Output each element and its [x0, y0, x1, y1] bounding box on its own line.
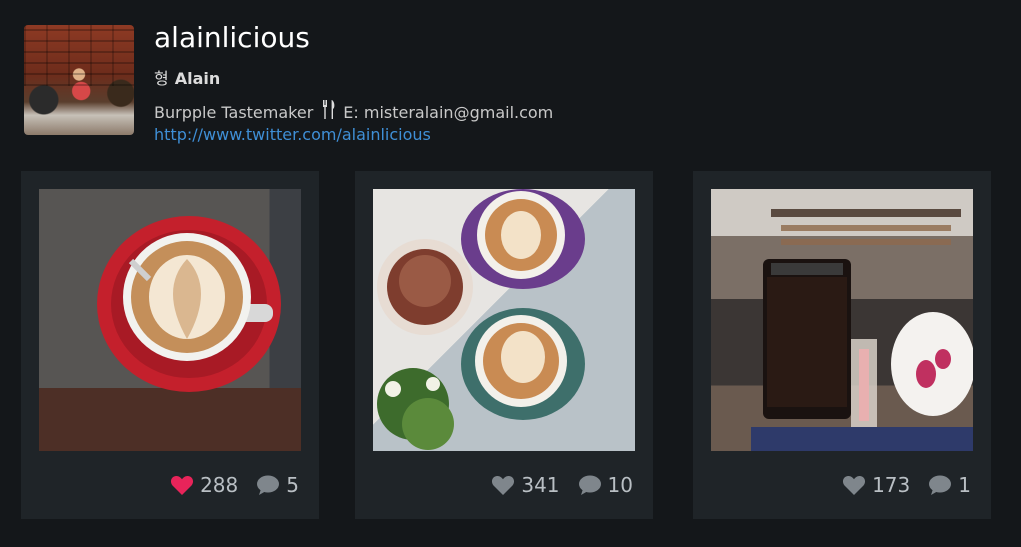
username[interactable]: alainlicious — [154, 21, 310, 54]
twitter-link[interactable]: http://www.twitter.com/alainlicious — [154, 125, 431, 144]
korean-glyph: 형 — [154, 69, 169, 88]
comment-count: 5 — [286, 473, 299, 497]
post-stats: 341 10 — [491, 473, 633, 497]
post-photo[interactable] — [373, 189, 635, 451]
heart-icon[interactable] — [170, 474, 194, 496]
avatar[interactable] — [24, 25, 134, 135]
post-stats: 288 5 — [170, 473, 299, 497]
latte-photo-art — [97, 216, 281, 392]
coffees-photo-art — [377, 189, 585, 450]
post-card[interactable]: 341 10 — [355, 171, 653, 519]
like-count: 341 — [521, 473, 560, 497]
comment-count: 1 — [958, 473, 971, 497]
post-stats: 173 1 — [842, 473, 971, 497]
comment-icon[interactable] — [928, 474, 952, 496]
like-count: 173 — [872, 473, 911, 497]
bio: Burpple Tastemaker E: misteralain@gmail.… — [154, 100, 554, 123]
post-card[interactable]: 173 1 — [693, 171, 991, 519]
post-card[interactable]: 288 5 — [21, 171, 319, 519]
comment-icon[interactable] — [578, 474, 602, 496]
post-photo[interactable] — [39, 189, 301, 451]
heart-icon[interactable] — [842, 474, 866, 496]
comment-count: 10 — [607, 473, 633, 497]
comment-icon[interactable] — [256, 474, 280, 496]
post-photo[interactable] — [711, 189, 973, 451]
heart-icon[interactable] — [491, 474, 515, 496]
display-name: Alain — [174, 69, 221, 88]
fork-knife-icon — [323, 100, 335, 119]
display-name-row: 형 Alain — [154, 65, 220, 89]
like-count: 288 — [200, 473, 239, 497]
cafe-photo-art — [751, 209, 973, 451]
tastemaker-title: Burpple Tastemaker — [154, 102, 314, 122]
email-text: E: misteralain@gmail.com — [343, 102, 554, 122]
